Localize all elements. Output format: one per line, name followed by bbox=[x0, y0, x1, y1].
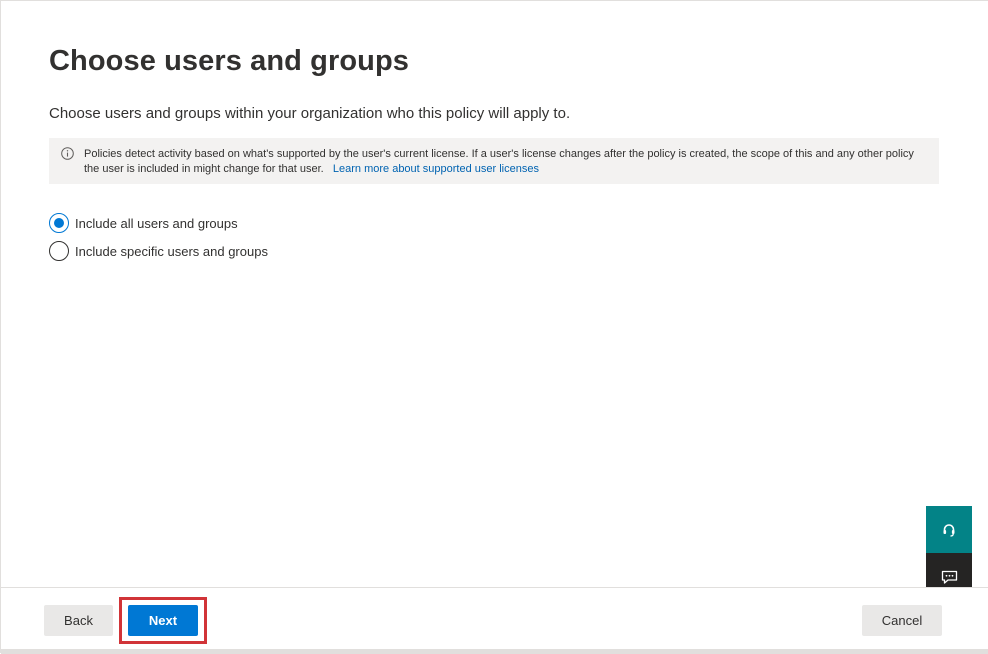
radio-include-all[interactable] bbox=[49, 213, 69, 233]
option-include-all[interactable]: Include all users and groups bbox=[49, 213, 268, 233]
cancel-button[interactable]: Cancel bbox=[862, 605, 942, 636]
option-label: Include all users and groups bbox=[75, 215, 238, 231]
wizard-panel: Choose users and groups Choose users and… bbox=[0, 0, 988, 654]
help-button[interactable] bbox=[926, 506, 972, 553]
next-button[interactable]: Next bbox=[128, 605, 198, 636]
scope-radio-group: Include all users and groups Include spe… bbox=[49, 213, 268, 269]
option-label: Include specific users and groups bbox=[75, 243, 268, 259]
back-button[interactable]: Back bbox=[44, 605, 113, 636]
option-include-specific[interactable]: Include specific users and groups bbox=[49, 241, 268, 261]
supported-licenses-link[interactable]: Learn more about supported user licenses bbox=[333, 163, 539, 175]
info-icon bbox=[61, 147, 74, 160]
headset-icon bbox=[943, 523, 955, 537]
page-description: Choose users and groups within your orga… bbox=[49, 105, 571, 122]
side-action-buttons bbox=[926, 506, 972, 600]
page-title: Choose users and groups bbox=[49, 45, 410, 77]
wizard-footer: Back Next Cancel bbox=[1, 587, 988, 654]
footer-divider bbox=[1, 649, 988, 654]
feedback-icon bbox=[941, 570, 957, 584]
radio-include-specific[interactable] bbox=[49, 241, 69, 261]
license-info-banner: Policies detect activity based on what's… bbox=[49, 138, 939, 184]
